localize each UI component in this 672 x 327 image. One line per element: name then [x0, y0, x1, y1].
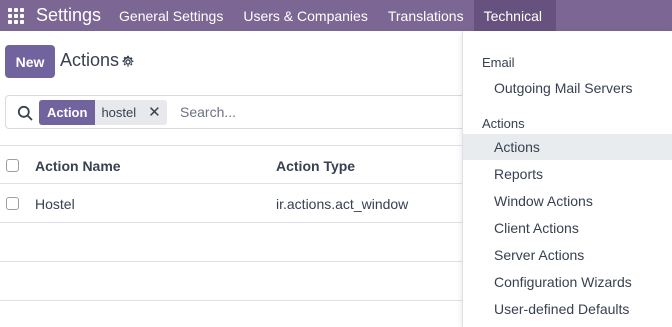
menu-users-companies[interactable]: Users & Companies	[233, 0, 378, 31]
apps-menu-button[interactable]	[0, 0, 31, 31]
dropdown-header-actions: Actions	[482, 116, 525, 131]
menu-item-server-actions[interactable]: Server Actions	[463, 242, 672, 268]
close-icon[interactable]: ✕	[148, 105, 161, 120]
menu-item-outgoing-mail-servers[interactable]: Outgoing Mail Servers	[463, 75, 672, 101]
cell-action-name: Hostel	[35, 196, 75, 212]
page-title: Actions	[60, 50, 120, 70]
search-icon[interactable]	[17, 105, 33, 121]
menu-technical[interactable]: Technical	[473, 0, 556, 31]
facet-label: Action	[39, 100, 96, 125]
menu-item-configuration-wizards[interactable]: Configuration Wizards	[463, 269, 672, 295]
technical-dropdown-menu: Email Outgoing Mail Servers Actions Acti…	[462, 31, 672, 327]
search-input[interactable]	[178, 103, 458, 121]
menu-item-reports[interactable]: Reports	[463, 161, 672, 187]
menu-item-window-actions[interactable]: Window Actions	[463, 188, 672, 214]
menu-translations[interactable]: Translations	[378, 0, 474, 31]
app-name[interactable]: Settings	[31, 0, 109, 31]
cell-action-type: ir.actions.act_window	[276, 196, 409, 212]
search-bar[interactable]: Action hostel ✕	[5, 95, 475, 129]
menu-item-client-actions[interactable]: Client Actions	[463, 215, 672, 241]
column-header-action-name[interactable]: Action Name	[35, 158, 121, 174]
menu-general-settings[interactable]: General Settings	[109, 0, 233, 31]
search-facet: Action hostel ✕	[39, 100, 167, 125]
grid-icon	[7, 7, 24, 24]
dropdown-header-email: Email	[482, 55, 515, 70]
menu-item-user-defined-defaults[interactable]: User-defined Defaults	[463, 296, 672, 322]
menu-item-actions[interactable]: Actions	[463, 134, 672, 160]
gear-icon[interactable]	[121, 55, 135, 69]
new-button[interactable]: New	[5, 45, 55, 78]
facet-value-container: hostel ✕	[95, 100, 167, 125]
top-navbar: Settings General Settings Users & Compan…	[0, 0, 672, 31]
select-all-checkbox[interactable]	[6, 159, 19, 172]
facet-value: hostel	[101, 105, 137, 120]
column-header-action-type[interactable]: Action Type	[276, 158, 355, 174]
row-checkbox[interactable]	[6, 197, 19, 210]
